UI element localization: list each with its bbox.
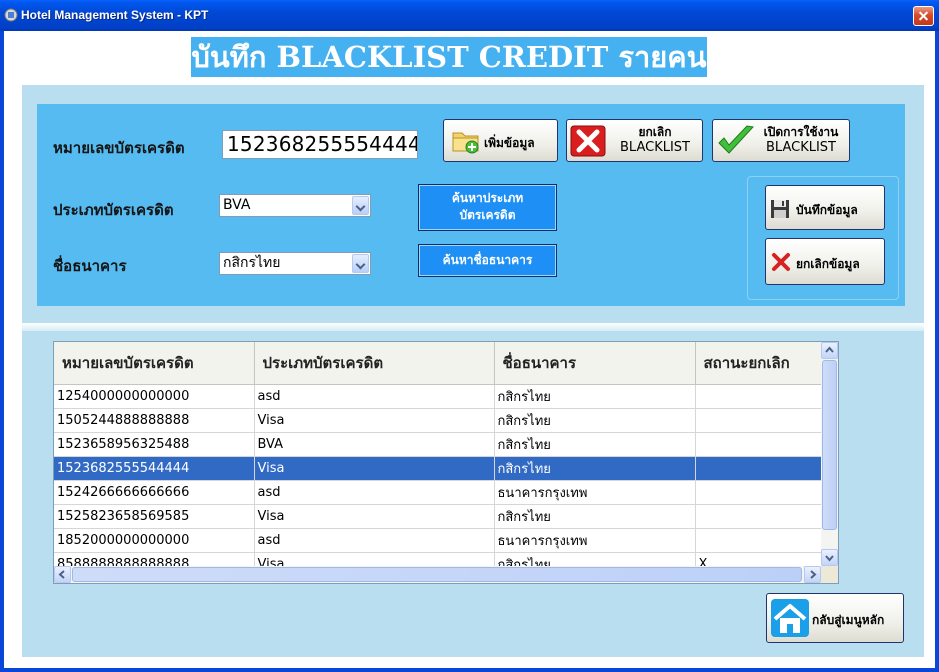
cell-status[interactable] — [695, 504, 826, 529]
card-type-label: ประเภทบัตรเครดิต — [53, 201, 174, 219]
cell-card-type[interactable]: BVA — [254, 432, 495, 457]
close-icon — [772, 253, 790, 271]
cancel-blacklist-label-2: BLACKLIST — [620, 140, 690, 155]
title-bar[interactable]: Hotel Management System - KPT — [0, 0, 939, 31]
card-type-select[interactable]: BVA — [219, 194, 371, 217]
cell-card-number[interactable]: 1523658956325488 — [54, 432, 255, 457]
cell-status[interactable] — [695, 432, 826, 457]
scroll-up-icon[interactable] — [821, 342, 838, 359]
cell-status[interactable] — [695, 408, 826, 433]
cell-card-number[interactable]: 1524266666666666 — [54, 480, 255, 505]
table-row[interactable]: 1524266666666666 asd ธนาคารกรุงเทพ — [54, 480, 826, 505]
enable-blacklist-label-2: BLACKLIST — [766, 140, 836, 155]
cancel-label: ยกเลิกข้อมูล — [796, 257, 860, 271]
back-to-main-menu-label: กลับสู่เมนูหลัก — [812, 613, 885, 627]
cell-bank[interactable]: กสิกรไทย — [494, 504, 696, 529]
save-button[interactable]: บันทึกข้อมูล — [765, 185, 885, 230]
column-header-card-type[interactable]: ประเภทบัตรเครดิต — [254, 342, 495, 385]
folder-add-icon — [452, 132, 479, 154]
table-row[interactable]: 1505244888888888 Visa กสิกรไทย — [54, 408, 826, 433]
horizontal-scroll-thumb[interactable] — [72, 567, 802, 582]
scroll-right-icon[interactable] — [804, 566, 821, 583]
search-bank-label: ค้นหาชื่อธนาคาร — [442, 253, 533, 267]
search-card-type-label-1: ค้นหาประเภท — [451, 191, 524, 205]
add-label: เพิ่มข้อมูล — [484, 136, 535, 150]
vertical-scroll-thumb[interactable] — [822, 360, 837, 530]
checkmark-icon — [718, 125, 754, 154]
cell-card-type[interactable]: asd — [254, 384, 495, 409]
cell-card-type[interactable]: asd — [254, 528, 495, 553]
cell-status[interactable] — [695, 384, 826, 409]
window-title: Hotel Management System - KPT — [21, 8, 209, 22]
cell-bank[interactable]: กสิกรไทย — [494, 456, 696, 481]
table-row[interactable]: 1254000000000000 asd กสิกรไทย — [54, 384, 826, 409]
card-number-label: หมายเลขบัตรเครดิต — [53, 139, 185, 157]
card-type-value: BVA — [223, 197, 251, 213]
horizontal-scrollbar[interactable] — [54, 566, 821, 583]
cell-card-number[interactable]: 1525823658569585 — [54, 504, 255, 529]
table-row[interactable]: 1523682555544444 Visa กสิกรไทย — [54, 456, 826, 481]
blacklist-table[interactable]: หมายเลขบัตรเครดิต ประเภทบัตรเครดิต ชื่อธ… — [53, 341, 839, 584]
bank-label: ชื่อธนาคาร — [53, 257, 127, 275]
cell-bank[interactable]: กสิกรไทย — [494, 384, 696, 409]
cancel-button[interactable]: ยกเลิกข้อมูล — [765, 238, 885, 285]
card-number-input[interactable]: 1523682555544444 — [222, 130, 418, 159]
bank-value: กสิกรไทย — [223, 255, 281, 271]
table-row[interactable]: 1525823658569585 Visa กสิกรไทย — [54, 504, 826, 529]
table-row[interactable]: 1523658956325488 BVA กสิกรไทย — [54, 432, 826, 457]
cell-card-number[interactable]: 1254000000000000 — [54, 384, 255, 409]
add-button[interactable]: เพิ่มข้อมูล — [443, 119, 558, 162]
scrollbar-corner — [821, 566, 838, 583]
enable-blacklist-button[interactable]: เปิดการใช้งาน BLACKLIST — [712, 119, 850, 162]
cell-bank[interactable]: กสิกรไทย — [494, 432, 696, 457]
bank-select[interactable]: กสิกรไทย — [219, 252, 371, 275]
cell-status[interactable] — [695, 456, 826, 481]
cell-card-type[interactable]: asd — [254, 480, 495, 505]
page-title: บันทึก BLACKLIST CREDIT รายคน — [191, 37, 707, 77]
cell-status[interactable] — [695, 480, 826, 505]
floppy-disk-icon — [771, 200, 789, 218]
column-header-card-number[interactable]: หมายเลขบัตรเครดิต — [54, 342, 255, 385]
search-card-type-label-2: บัตรเครดิต — [459, 208, 516, 222]
scroll-left-icon[interactable] — [54, 566, 71, 583]
cell-bank[interactable]: กสิกรไทย — [494, 408, 696, 433]
app-icon — [4, 8, 18, 22]
cell-card-type[interactable]: Visa — [254, 504, 495, 529]
back-to-main-menu-button[interactable]: กลับสู่เมนูหลัก — [766, 593, 904, 643]
cell-status[interactable] — [695, 528, 826, 553]
column-header-bank[interactable]: ชื่อธนาคาร — [494, 342, 696, 385]
save-label: บันทึกข้อมูล — [796, 203, 858, 217]
home-icon — [771, 599, 809, 637]
scroll-down-icon[interactable] — [821, 549, 838, 566]
search-bank-button[interactable]: ค้นหาชื่อธนาคาร — [418, 244, 557, 277]
table-header-row: หมายเลขบัตรเครดิต ประเภทบัตรเครดิต ชื่อธ… — [54, 342, 826, 385]
close-button[interactable] — [913, 6, 934, 26]
search-card-type-button[interactable]: ค้นหาประเภท บัตรเครดิต — [418, 184, 557, 231]
cell-card-type[interactable]: Visa — [254, 408, 495, 433]
column-header-status[interactable]: สถานะยกเลิก — [695, 342, 826, 385]
cell-bank[interactable]: ธนาคารกรุงเทพ — [494, 528, 696, 553]
cell-card-number[interactable]: 1852000000000000 — [54, 528, 255, 553]
cell-card-number[interactable]: 1523682555544444 — [54, 456, 255, 481]
vertical-scrollbar[interactable] — [821, 342, 838, 566]
red-x-icon — [570, 125, 606, 157]
cell-bank[interactable]: ธนาคารกรุงเทพ — [494, 480, 696, 505]
cancel-blacklist-button[interactable]: ยกเลิก BLACKLIST — [566, 119, 703, 162]
table-row[interactable]: 1852000000000000 asd ธนาคารกรุงเทพ — [54, 528, 826, 553]
chevron-down-icon[interactable] — [352, 254, 369, 273]
chevron-down-icon[interactable] — [352, 196, 369, 215]
cell-card-number[interactable]: 1505244888888888 — [54, 408, 255, 433]
cell-card-type[interactable]: Visa — [254, 456, 495, 481]
